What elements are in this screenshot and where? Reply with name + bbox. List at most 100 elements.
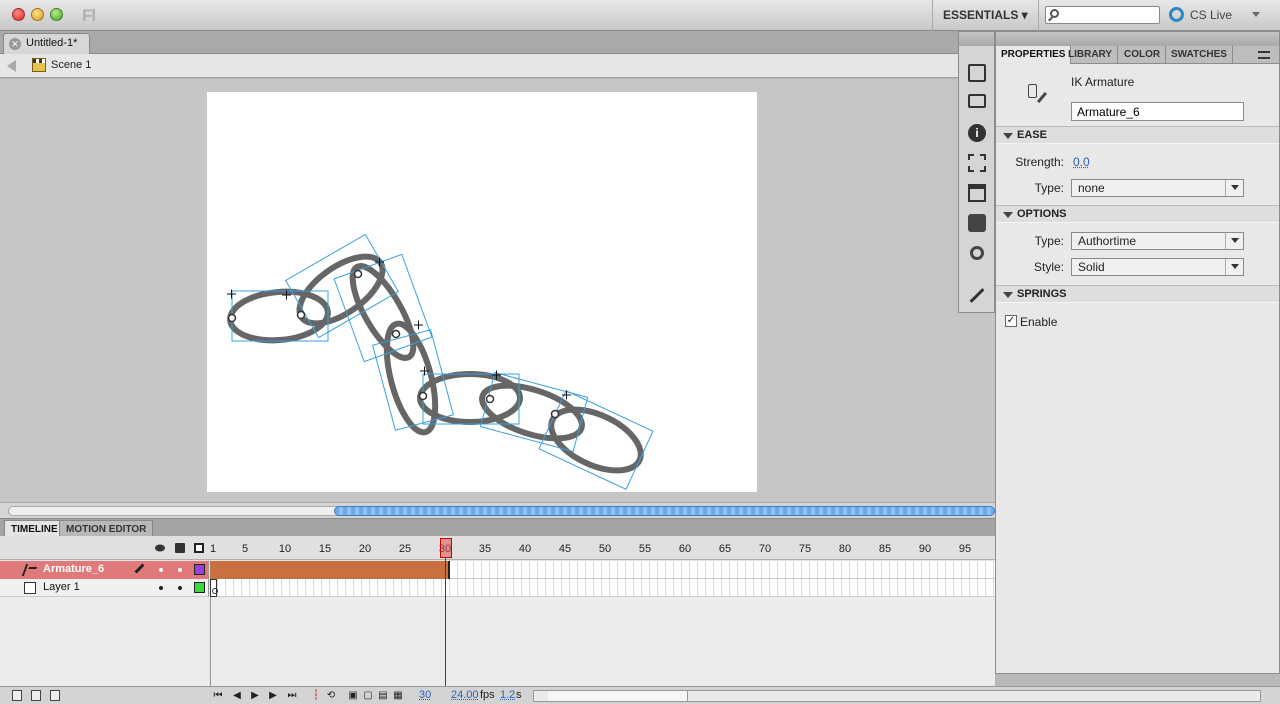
back-arrow-icon[interactable] xyxy=(7,60,16,72)
search-icon xyxy=(1050,9,1059,18)
lock-dot[interactable] xyxy=(178,586,182,590)
onion-skin-icon[interactable]: ▣ xyxy=(347,690,359,702)
timeline-horizontal-scrollbar[interactable] xyxy=(533,690,1261,702)
panel-header[interactable] xyxy=(959,32,994,46)
visibility-dot[interactable] xyxy=(159,568,163,572)
close-icon[interactable]: ✕ xyxy=(9,38,21,50)
tools-wrench-icon[interactable] xyxy=(969,288,985,303)
actions-icon[interactable] xyxy=(968,184,986,202)
layer-row-armature[interactable]: Armature_6 xyxy=(0,561,995,579)
outline-color-swatch[interactable] xyxy=(194,564,205,575)
step-forward-icon[interactable]: ▶ xyxy=(267,690,279,702)
new-folder-icon[interactable] xyxy=(31,690,41,701)
disclosure-triangle-icon[interactable] xyxy=(1003,133,1013,139)
frame-number-label: 35 xyxy=(478,543,492,555)
panel-tab-bar: PROPERTIES LIBRARY COLOR SWATCHES xyxy=(996,46,1279,64)
chain-link xyxy=(227,288,331,344)
cs-live-icon[interactable] xyxy=(1169,7,1184,22)
cs-live-menu[interactable]: CS Live xyxy=(1190,0,1232,31)
current-frame-value[interactable]: 30 xyxy=(419,689,431,701)
tab-swatches[interactable]: SWATCHES xyxy=(1166,46,1233,64)
frame-number-label: 85 xyxy=(878,543,892,555)
elapsed-time-value[interactable]: 1.2 xyxy=(500,689,515,701)
go-to-first-frame-icon[interactable]: ⏮ xyxy=(212,690,224,702)
tab-library[interactable]: LIBRARY xyxy=(1063,46,1119,64)
document-tab[interactable]: ✕ Untitled-1* xyxy=(3,33,90,54)
armature-artwork[interactable] xyxy=(0,79,995,502)
help-search-input[interactable] xyxy=(1045,6,1160,24)
panel-header[interactable] xyxy=(996,32,1279,46)
scrollbar-thumb[interactable] xyxy=(548,691,688,701)
layer-name-cell[interactable]: Layer 1 xyxy=(0,579,209,597)
visibility-dot[interactable] xyxy=(159,586,163,590)
motion-editor-icon[interactable] xyxy=(970,246,984,260)
lock-icon[interactable] xyxy=(175,543,185,553)
zoom-window-button[interactable] xyxy=(50,8,63,21)
frame-track[interactable] xyxy=(210,579,995,597)
layer-row-layer-1[interactable]: Layer 1 xyxy=(0,579,995,597)
components-icon[interactable] xyxy=(968,214,986,232)
transform-icon[interactable] xyxy=(968,154,986,172)
go-to-last-frame-icon[interactable]: ⏭ xyxy=(286,690,298,702)
frame-number-label: 5 xyxy=(241,543,249,555)
tab-motion-editor[interactable]: MOTION EDITOR xyxy=(59,520,154,537)
playhead-line xyxy=(445,558,446,686)
close-window-button[interactable] xyxy=(12,8,25,21)
trash-icon[interactable] xyxy=(50,690,60,701)
disclosure-triangle-icon[interactable] xyxy=(1003,212,1013,218)
section-springs[interactable]: SPRINGS xyxy=(996,285,1279,303)
minimize-window-button[interactable] xyxy=(31,8,44,21)
pose-span[interactable] xyxy=(210,561,450,579)
stage-horizontal-scrollbar[interactable] xyxy=(0,502,995,518)
tab-timeline[interactable]: TIMELINE xyxy=(4,520,65,537)
center-frame-icon[interactable]: ┆ xyxy=(310,690,322,702)
info-icon[interactable]: i xyxy=(968,124,986,142)
section-options[interactable]: OPTIONS xyxy=(996,205,1279,223)
align-icon[interactable] xyxy=(968,94,986,108)
bone-joint xyxy=(550,409,560,419)
ease-type-select[interactable]: none xyxy=(1071,179,1244,197)
pasteboard[interactable] xyxy=(0,79,995,502)
scrollbar-thumb[interactable] xyxy=(334,506,995,516)
step-back-icon[interactable]: ◀ xyxy=(231,690,243,702)
layer-name[interactable]: Layer 1 xyxy=(43,581,80,593)
keyframe[interactable] xyxy=(210,579,218,597)
springs-enable-label[interactable]: Enable xyxy=(1020,315,1057,329)
frame-rate-value[interactable]: 24.00 xyxy=(451,689,479,701)
frame-rate-unit: fps xyxy=(480,689,495,701)
layer-name[interactable]: Armature_6 xyxy=(43,563,104,575)
frame-number-label: 60 xyxy=(678,543,692,555)
instance-name-input[interactable] xyxy=(1071,102,1244,121)
tab-properties[interactable]: PROPERTIES xyxy=(996,46,1072,64)
options-type-select[interactable]: Authortime xyxy=(1071,232,1244,250)
outline-icon[interactable] xyxy=(194,543,204,553)
eye-icon[interactable] xyxy=(155,544,165,552)
bone-joint xyxy=(353,269,363,279)
frame-number-label: 10 xyxy=(278,543,292,555)
play-icon[interactable]: ▶ xyxy=(249,690,261,702)
scene-name[interactable]: Scene 1 xyxy=(51,59,91,71)
playhead[interactable] xyxy=(440,538,452,558)
section-ease[interactable]: EASE xyxy=(996,126,1279,144)
tab-color[interactable]: COLOR xyxy=(1119,46,1167,64)
edit-multiple-frames-icon[interactable]: ▤ xyxy=(377,690,389,702)
style-select[interactable]: Solid xyxy=(1071,258,1244,276)
bone-joint xyxy=(296,310,306,320)
motion-presets-icon[interactable] xyxy=(968,64,986,82)
springs-enable-checkbox[interactable]: ✓ xyxy=(1005,315,1017,327)
modify-onion-markers-icon[interactable]: ▦ xyxy=(392,690,404,702)
onion-skin-outlines-icon[interactable]: ▢ xyxy=(362,690,374,702)
timeline-panel: 15101520253035404550556065707580859095 A… xyxy=(0,536,1280,704)
layer-name-cell[interactable]: Armature_6 xyxy=(0,561,209,579)
lock-dot[interactable] xyxy=(178,568,182,572)
loop-icon[interactable]: ⟲ xyxy=(325,690,337,702)
new-layer-icon[interactable] xyxy=(12,690,22,701)
strength-value[interactable]: 0.0 xyxy=(1073,155,1090,169)
workspace-switcher[interactable]: ESSENTIALS ▾ xyxy=(932,0,1039,31)
frame-number-label: 95 xyxy=(958,543,972,555)
outline-color-swatch[interactable] xyxy=(194,582,205,593)
properties-panel: PROPERTIES LIBRARY COLOR SWATCHES IK Arm… xyxy=(995,31,1280,674)
disclosure-triangle-icon[interactable] xyxy=(1003,292,1013,298)
panel-menu-icon[interactable] xyxy=(1258,51,1270,59)
chevron-down-icon[interactable] xyxy=(1252,12,1260,17)
